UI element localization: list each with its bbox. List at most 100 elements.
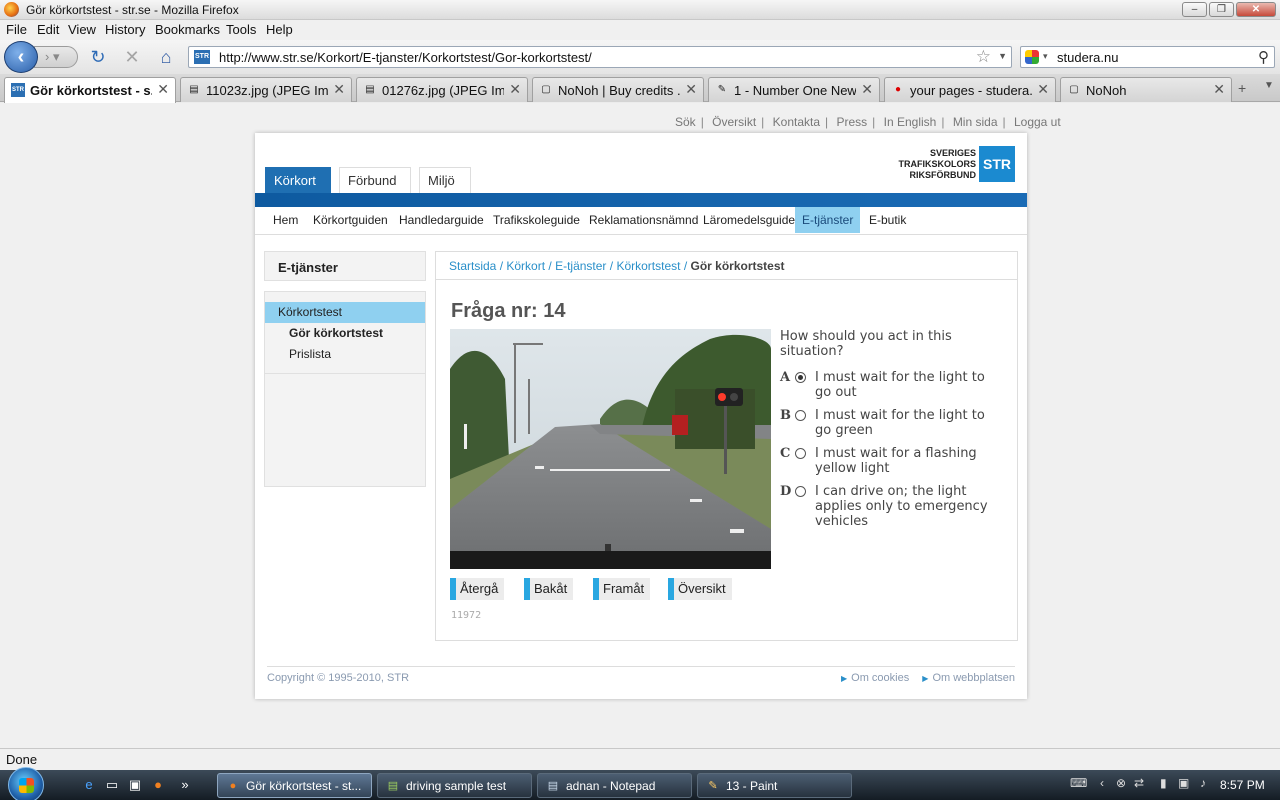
toplink-in-english[interactable]: In English <box>884 115 937 129</box>
maximize-button[interactable]: ❐ <box>1209 2 1234 17</box>
safely-remove-icon[interactable]: ⇄ <box>1134 776 1144 790</box>
toplink-logga-ut[interactable]: Logga ut <box>1014 115 1061 129</box>
answer-b-radio[interactable] <box>795 410 806 421</box>
menu-file[interactable]: File <box>6 22 27 37</box>
volume-icon[interactable]: ♪ <box>1200 776 1206 790</box>
new-tab-icon[interactable]: + <box>1238 80 1246 96</box>
taskbar-item-driving-sample-test[interactable]: ▤ driving sample test <box>377 773 532 798</box>
switch-windows-icon[interactable]: ▣ <box>126 776 144 794</box>
menu-history[interactable]: History <box>105 22 145 37</box>
tab-close-icon[interactable]: ✕ <box>157 81 169 98</box>
search-engine-dropdown-icon[interactable]: ▾ <box>1043 51 1048 62</box>
str-logo[interactable]: SVERIGES TRAFIKSKOLORS RIKSFÖRBUND STR <box>899 145 1015 183</box>
clock[interactable]: 8:57 PM <box>1220 778 1265 792</box>
tab-01276z[interactable]: ▤ 01276z.jpg (JPEG Ima... ✕ <box>356 77 528 102</box>
tab-nonoh[interactable]: ▢ NoNoh ✕ <box>1060 77 1232 102</box>
tab-number-one[interactable]: ✎ 1 - Number One New... ✕ <box>708 77 880 102</box>
forward-button[interactable]: › ▾ <box>34 46 78 68</box>
tab-nonoh-credits[interactable]: ▢ NoNoh | Buy credits ... ✕ <box>532 77 704 102</box>
reload-icon[interactable]: ↻ <box>88 47 108 67</box>
tray-expand-icon[interactable]: ‹ <box>1100 776 1104 790</box>
minimize-button[interactable]: – <box>1182 2 1207 17</box>
tab-close-icon[interactable]: ✕ <box>1037 81 1049 98</box>
footer-link-om-webbplatsen[interactable]: Om webbplatsen <box>932 672 1015 684</box>
answer-d[interactable]: D I can drive on; the light applies only… <box>780 484 1005 529</box>
sidebar-item-korkortstest[interactable]: Körkortstest <box>265 302 425 323</box>
search-input[interactable]: studera.nu <box>1057 50 1118 65</box>
sidebar-item-gor-korkortstest[interactable]: Gör körkortstest <box>265 323 425 344</box>
answer-c-radio[interactable] <box>795 448 806 459</box>
toplink-min-sida[interactable]: Min sida <box>953 115 998 129</box>
toplink-kontakta[interactable]: Kontakta <box>773 115 820 129</box>
close-button[interactable]: ✕ <box>1236 2 1276 17</box>
subnav-reklamationsnamnd[interactable]: Reklamationsnämnd <box>582 207 705 233</box>
search-icon[interactable]: ⚲ <box>1258 48 1269 66</box>
back-question-button[interactable]: Bakåt <box>524 578 574 600</box>
internet-explorer-icon[interactable]: e <box>80 776 98 794</box>
tab-korkort[interactable]: Körkort <box>265 167 331 193</box>
search-bar[interactable]: ▾ studera.nu ⚲ <box>1020 46 1275 68</box>
subnav-korkortguiden[interactable]: Körkortguiden <box>306 207 395 233</box>
subnav-e-tjanster[interactable]: E-tjänster <box>795 207 861 233</box>
subnav-hem[interactable]: Hem <box>266 207 305 233</box>
firefox-quicklaunch-icon[interactable]: ● <box>149 776 167 794</box>
stop-icon[interactable]: ✕ <box>122 47 142 67</box>
taskbar-item-notepad[interactable]: ▤ adnan - Notepad <box>537 773 692 798</box>
footer-link-om-cookies[interactable]: Om cookies <box>851 672 909 684</box>
breadcrumb-korkort[interactable]: Körkort <box>506 259 545 273</box>
tab-gor-korkortstest[interactable]: STR Gör körkortstest - s... ✕ <box>4 77 176 103</box>
tab-list-icon[interactable]: ▼ <box>1264 80 1274 91</box>
keyboard-icon[interactable]: ⌨ <box>1070 776 1087 790</box>
power-icon[interactable]: ▮ <box>1160 776 1167 790</box>
menu-tools[interactable]: Tools <box>226 22 256 37</box>
sidebar-item-prislista[interactable]: Prislista <box>265 344 425 365</box>
url-bar[interactable]: STR http://www.str.se/Korkort/E-tjanster… <box>188 46 1012 68</box>
url-dropdown-icon[interactable]: ▼ <box>998 51 1007 61</box>
toplink-oversikt[interactable]: Översikt <box>712 115 756 129</box>
subnav-handledarguide[interactable]: Handledarguide <box>392 207 491 233</box>
atergaa-button[interactable]: Återgå <box>450 578 505 600</box>
taskbar-item-firefox[interactable]: ● Gör körkortstest - st... <box>217 773 372 798</box>
next-question-button[interactable]: Framåt <box>593 578 651 600</box>
answer-c[interactable]: C I must wait for a flashing yellow ligh… <box>780 446 1005 476</box>
tab-label: NoNoh <box>1086 83 1127 98</box>
home-icon[interactable]: ⌂ <box>156 47 176 67</box>
tab-miljo[interactable]: Miljö <box>419 167 471 193</box>
tab-your-pages[interactable]: ● your pages - studera.... ✕ <box>884 77 1056 102</box>
monitor-icon[interactable]: ▣ <box>1178 776 1189 790</box>
url-text[interactable]: http://www.str.se/Korkort/E-tjanster/Kor… <box>219 50 592 65</box>
tab-close-icon[interactable]: ✕ <box>861 81 873 98</box>
tab-close-icon[interactable]: ✕ <box>333 81 345 98</box>
breadcrumb-e-tjanster[interactable]: E-tjänster <box>555 259 606 273</box>
start-button[interactable] <box>8 767 44 800</box>
quicklaunch-more-icon[interactable]: » <box>176 776 194 794</box>
search-engine-icon[interactable] <box>1025 50 1039 64</box>
menu-help[interactable]: Help <box>266 22 293 37</box>
subnav-trafikskoleguide[interactable]: Trafikskoleguide <box>486 207 587 233</box>
tab-close-icon[interactable]: ✕ <box>685 81 697 98</box>
menu-edit[interactable]: Edit <box>37 22 59 37</box>
breadcrumb-startsida[interactable]: Startsida <box>449 259 496 273</box>
menu-view[interactable]: View <box>68 22 96 37</box>
answer-b[interactable]: B I must wait for the light to go green <box>780 408 1005 438</box>
breadcrumb-korkortstest[interactable]: Körkortstest <box>616 259 680 273</box>
subnav-e-butik[interactable]: E-butik <box>862 207 913 233</box>
overview-button[interactable]: Översikt <box>668 578 732 600</box>
network-icon[interactable]: ⊗ <box>1116 776 1126 790</box>
taskbar-item-paint[interactable]: ✎ 13 - Paint <box>697 773 852 798</box>
tab-label: your pages - studera.... <box>910 83 1032 98</box>
answer-a[interactable]: A I must wait for the light to go out <box>780 370 1005 400</box>
toplink-press[interactable]: Press <box>836 115 867 129</box>
show-desktop-icon[interactable]: ▭ <box>103 776 121 794</box>
tab-11023z[interactable]: ▤ 11023z.jpg (JPEG Ima... ✕ <box>180 77 352 102</box>
menu-bookmarks[interactable]: Bookmarks <box>155 22 220 37</box>
tab-forbund[interactable]: Förbund <box>339 167 411 193</box>
tab-close-icon[interactable]: ✕ <box>1213 81 1225 98</box>
tab-close-icon[interactable]: ✕ <box>509 81 521 98</box>
answer-d-radio[interactable] <box>795 486 806 497</box>
back-button[interactable]: ‹ <box>4 41 38 73</box>
answer-a-radio[interactable] <box>795 372 806 383</box>
subnav-laromedelsguide[interactable]: Läromedelsguide <box>696 207 802 233</box>
toplink-sok[interactable]: Sök <box>675 115 696 129</box>
bookmark-star-icon[interactable]: ☆ <box>976 47 991 67</box>
